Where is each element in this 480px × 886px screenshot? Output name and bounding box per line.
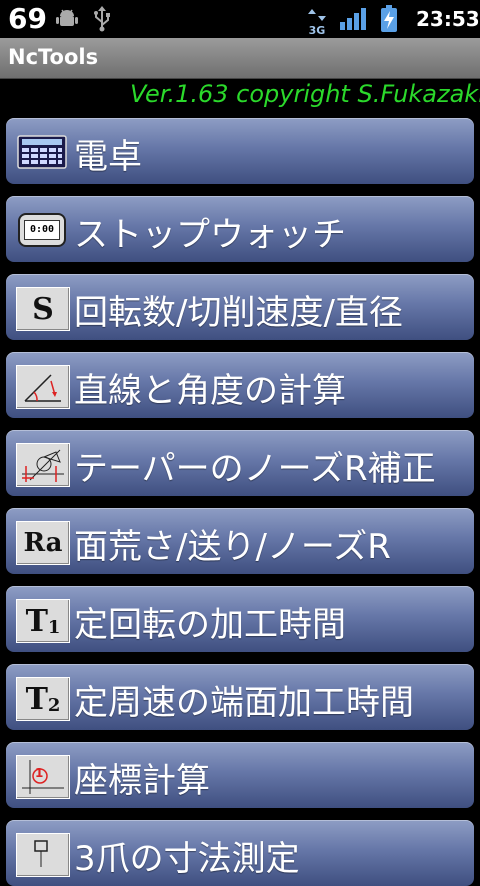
s-letter-icon: S — [16, 287, 70, 331]
menu-item-coordinate-calc[interactable]: 1 座標計算 — [6, 742, 474, 808]
stopwatch-icon: 0:00 — [16, 209, 68, 251]
network-type-label: 3G — [308, 24, 326, 37]
t2-subscript: 2 — [47, 694, 61, 716]
jaw-measure-icon — [16, 833, 70, 877]
network-3g-icon: 3G — [304, 6, 330, 37]
menu-item-label: ストップウォッチ — [74, 215, 346, 255]
menu-item-three-jaw-measure[interactable]: 3爪の寸法測定 — [6, 820, 474, 886]
status-bar: 69 3G 23:53 — [0, 0, 480, 38]
t2-letter: T — [25, 681, 48, 717]
menu-item-line-angle[interactable]: 直線と角度の計算 — [6, 352, 474, 418]
menu-item-stopwatch[interactable]: 0:00 ストップウォッチ — [6, 196, 474, 262]
s-letter: S — [32, 291, 54, 327]
notification-count: 69 — [8, 2, 47, 35]
coordinate-icon: 1 — [16, 755, 70, 799]
usb-icon — [94, 6, 110, 32]
version-text: Ver.1.63 copyright S.Fukazakr — [130, 80, 480, 108]
android-debug-icon — [56, 9, 78, 26]
calculator-icon — [16, 131, 68, 173]
t1-letter: T — [25, 603, 48, 639]
app-title-bar: NcTools — [0, 38, 480, 79]
data-arrows-icon — [308, 9, 326, 21]
menu-item-label: テーパーのノーズR補正 — [74, 449, 436, 489]
menu-item-roughness-feed-nose[interactable]: Ra 面荒さ/送り/ノーズR — [6, 508, 474, 574]
menu-item-label: 面荒さ/送り/ノーズR — [74, 527, 391, 567]
menu-item-label: 3爪の寸法測定 — [74, 839, 300, 879]
menu-item-label: 回転数/切削速度/直径 — [74, 293, 403, 333]
menu-item-label: 定周速の端面加工時間 — [74, 683, 414, 723]
ra-icon: Ra — [16, 521, 70, 565]
t1-icon: T1 — [16, 599, 70, 643]
line-angle-icon — [16, 365, 70, 409]
menu-item-label: 電卓 — [74, 137, 142, 177]
ra-letters: Ra — [23, 528, 63, 558]
t1-subscript: 1 — [47, 616, 61, 638]
menu-item-label: 直線と角度の計算 — [74, 371, 346, 411]
stopwatch-display: 0:00 — [24, 220, 60, 240]
menu-item-label: 座標計算 — [74, 761, 210, 801]
menu-item-taper-nose-r[interactable]: テーパーのノーズR補正 — [6, 430, 474, 496]
battery-charging-icon — [381, 5, 397, 32]
signal-strength-icon — [340, 8, 366, 30]
app-title: NcTools — [8, 45, 99, 69]
menu-item-constant-speed-facing-time[interactable]: T2 定周速の端面加工時間 — [6, 664, 474, 730]
menu-item-calculator[interactable]: 電卓 — [6, 118, 474, 184]
menu-item-constant-rpm-time[interactable]: T1 定回転の加工時間 — [6, 586, 474, 652]
taper-nose-icon — [16, 443, 70, 487]
coordinate-number: 1 — [35, 766, 44, 780]
menu-item-rpm-speed-diameter[interactable]: S 回転数/切削速度/直径 — [6, 274, 474, 340]
t2-icon: T2 — [16, 677, 70, 721]
menu-item-label: 定回転の加工時間 — [74, 605, 346, 645]
clock-time: 23:53 — [416, 7, 480, 31]
